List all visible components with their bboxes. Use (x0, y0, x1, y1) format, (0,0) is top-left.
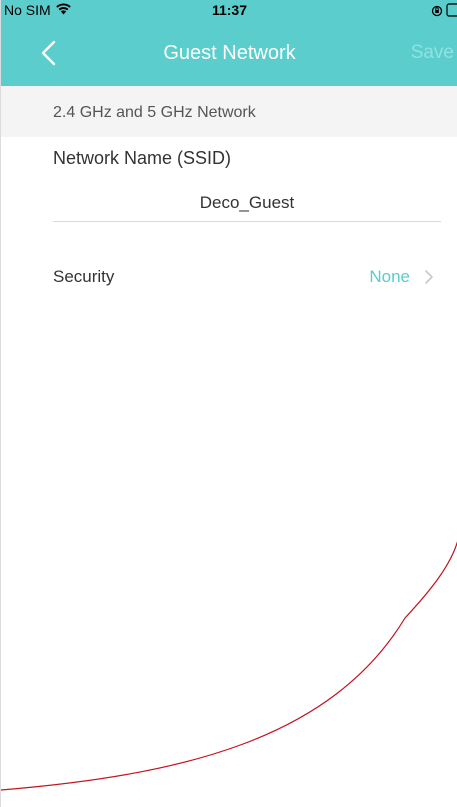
save-button[interactable]: Save (411, 42, 454, 64)
status-right (431, 3, 457, 20)
battery-icon (446, 3, 457, 20)
section-header: 2.4 GHz and 5 GHz Network (1, 86, 457, 137)
page-title: Guest Network (163, 42, 296, 64)
ssid-input[interactable] (53, 185, 441, 222)
status-bar: No SIM 11:37 (1, 0, 457, 22)
chevron-right-icon (424, 269, 434, 290)
security-row[interactable]: Security None (1, 252, 457, 304)
orientation-lock-icon (431, 4, 443, 20)
ssid-label: Network Name (SSID) (53, 148, 232, 168)
security-value: None (369, 267, 410, 286)
section-header-label: 2.4 GHz and 5 GHz Network (53, 104, 256, 121)
security-label: Security (53, 267, 115, 286)
nav-bar: Guest Network Save (1, 22, 457, 86)
status-time: 11:37 (211, 2, 248, 18)
guest-network-screen: No SIM 11:37 Guest Network Save 2.4 GHz … (0, 0, 457, 807)
